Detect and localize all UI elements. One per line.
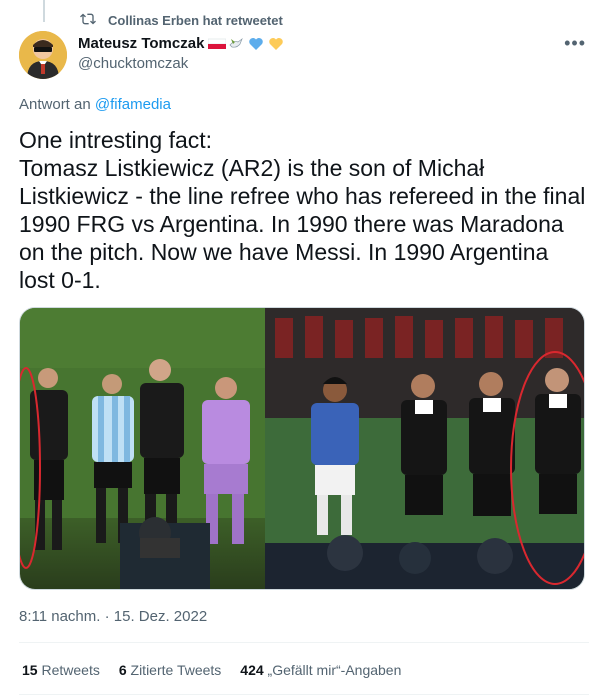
dove-icon [228,36,244,52]
quotes-label: Zitierte Tweets [130,662,222,678]
quotes-count: 6 [118,662,127,678]
poland-flag-icon [208,36,227,52]
likes-label: „Gefällt mir“-Angaben [267,662,402,678]
author-block[interactable]: Mateusz Tomczak @chucktomczak [78,35,284,72]
author-name[interactable]: Mateusz Tomczak [78,35,204,52]
likes-stat[interactable]: 424 „Gefällt mir“-Angaben [240,662,401,678]
reply-prefix: Antwort an [19,96,95,113]
tweet-media[interactable] [19,307,585,590]
likes-count: 424 [240,662,264,678]
reply-context: Antwort an @fifamedia [19,96,171,113]
retweet-banner-text: Collinas Erben hat retweetet [108,13,283,28]
yellow-heart-icon [268,36,284,52]
media-photo-1990[interactable] [265,308,584,589]
more-options-icon[interactable]: ••• [564,34,586,52]
tweet-text: One intresting fact: Tomasz Listkiewicz … [19,127,586,293]
retweets-stat[interactable]: 15 Retweets [22,662,100,678]
retweet-banner[interactable]: Collinas Erben hat retweetet [80,11,283,30]
divider-top [19,642,589,643]
reply-mention-link[interactable]: @fifamedia [95,96,171,113]
blue-heart-icon [248,36,264,52]
divider-bottom [19,694,589,695]
tweet-timestamp[interactable]: 8:11 nachm. · 15. Dez. 2022 [19,608,207,625]
engagement-stats: 15 Retweets 6 Zitierte Tweets 424 „Gefäl… [22,662,401,678]
author-avatar[interactable] [19,31,67,79]
media-photo-2022[interactable] [20,308,265,589]
retweets-count: 15 [22,662,38,678]
retweet-icon [80,11,96,30]
retweets-label: Retweets [41,662,100,678]
quotes-stat[interactable]: 6 Zitierte Tweets [119,662,221,678]
author-handle[interactable]: @chucktomczak [78,55,284,72]
thread-connector-line [43,0,45,22]
